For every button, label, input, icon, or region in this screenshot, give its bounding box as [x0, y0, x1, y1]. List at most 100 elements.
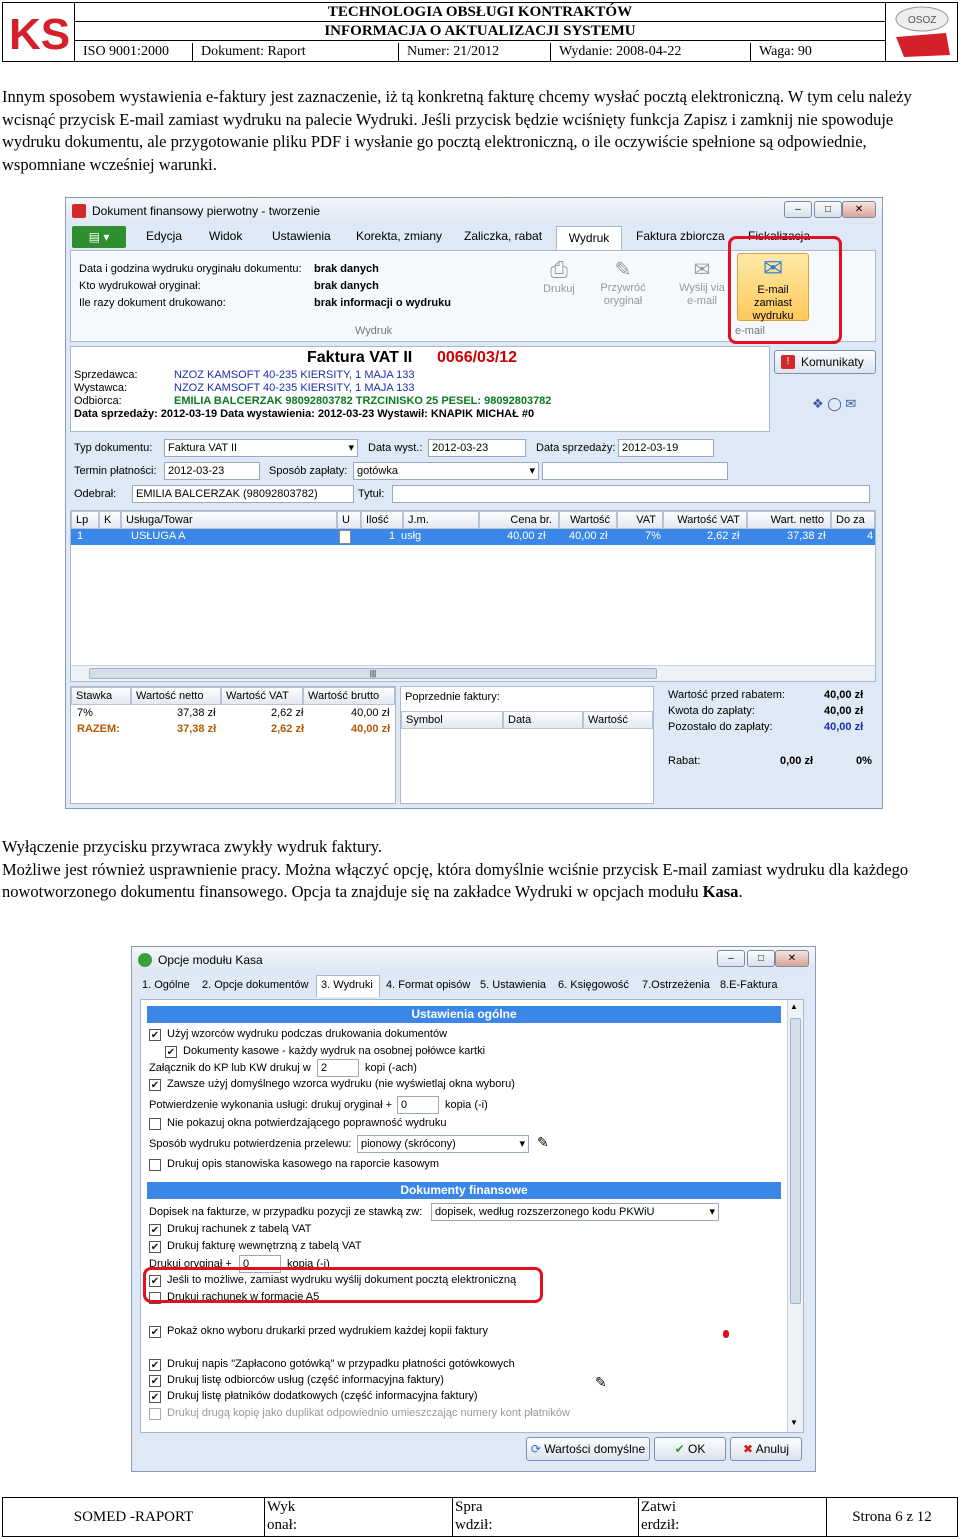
tab-wydruki[interactable]: 3. Wydruki: [316, 975, 380, 997]
tab-ogolne[interactable]: 1. Ogólne: [142, 979, 190, 991]
tab-ksiegowosc[interactable]: 6. Księgowość: [558, 979, 629, 991]
checkbox-wzorce[interactable]: [149, 1029, 161, 1041]
minimize-icon[interactable]: –: [717, 950, 745, 967]
invoice-title: Dokument finansowy pierwotny - tworzenie: [92, 204, 321, 218]
section-ustawienia-ogolne: Ustawienia ogólne: [147, 1006, 781, 1023]
przywroc-button[interactable]: ✎ Przywróć oryginał: [597, 257, 649, 315]
tab-format-opisow[interactable]: 4. Format opisów: [386, 979, 470, 991]
checkbox-nie-pokazuj[interactable]: [149, 1118, 161, 1130]
data-sprz-field[interactable]: 2012-03-19: [618, 439, 714, 457]
wartosci-domyslne-button[interactable]: ⟳ Wartości domyślne: [526, 1437, 650, 1461]
termin-field[interactable]: 2012-03-23: [164, 462, 260, 480]
menu-zaliczka[interactable]: Zaliczka, rabat: [464, 229, 542, 243]
menu-ustawienia[interactable]: Ustawienia: [272, 229, 331, 243]
checkbox-okno-drukarki[interactable]: [149, 1326, 161, 1338]
menu-edycja[interactable]: Edycja: [146, 229, 182, 243]
col-vat[interactable]: VAT: [617, 511, 663, 529]
checkbox-polowka[interactable]: [165, 1046, 177, 1058]
tab-ustawienia[interactable]: 5. Ustawienia: [480, 979, 546, 991]
invoice-window: Dokument finansowy pierwotny - tworzenie…: [65, 197, 883, 809]
col-wartosc-vat[interactable]: Wartość VAT: [663, 511, 747, 529]
maximize-icon[interactable]: □: [814, 201, 842, 218]
wyslij-email-button[interactable]: ✉ Wyślij via e-mail: [677, 257, 727, 315]
close-icon[interactable]: ✕: [775, 950, 809, 967]
wydruki-options-panel: Ustawienia ogólne Użyj wzorców wydruku p…: [140, 999, 804, 1433]
drukuj-button[interactable]: ⎙ Drukuj: [537, 257, 581, 315]
scroll-up-icon[interactable]: ▲: [790, 1002, 798, 1011]
edit-icon[interactable]: ✎: [537, 1134, 549, 1151]
dopisek-select[interactable]: dopisek, według rozszerzonego kodu PKWiU…: [431, 1203, 719, 1221]
typ-select[interactable]: Faktura VAT II ▾: [164, 439, 358, 457]
tab-ostrzezenia[interactable]: 7.Ostrzeżenia: [642, 979, 710, 991]
checkbox-odbiorcy[interactable]: [149, 1375, 161, 1387]
menu-widok[interactable]: Widok: [209, 229, 242, 243]
przelew-select[interactable]: pionowy (skrócony) ▾: [357, 1135, 529, 1153]
vat-row-netto: 37,38 zł: [177, 707, 216, 719]
col-ilosc[interactable]: Ilość: [361, 511, 403, 529]
calc-icon[interactable]: [339, 530, 351, 544]
opt-okno-drukarki: Pokaż okno wyboru drukarki przed wydruki…: [167, 1325, 488, 1337]
sprzedawca-label: Sprzedawca:: [74, 369, 138, 381]
col-wart-netto[interactable]: Wart. netto: [747, 511, 831, 529]
col-wartosc[interactable]: Wartość: [559, 511, 617, 529]
col-cena[interactable]: Cena br.: [479, 511, 559, 529]
col-k[interactable]: K: [99, 511, 121, 529]
info-label-2: Ile razy dokument drukowano:: [79, 297, 226, 309]
col-lp[interactable]: Lp: [71, 511, 99, 529]
checkbox-rachunek-vat[interactable]: [149, 1224, 161, 1236]
opt-rachunek-vat: Drukuj rachunek z tabelą VAT: [167, 1223, 312, 1235]
sposob-select[interactable]: gotówka ▾: [353, 462, 539, 480]
scrollbar-thumb[interactable]: [790, 1018, 801, 1304]
edit-icon[interactable]: ✎: [595, 1374, 607, 1391]
col-usluga[interactable]: Usługa/Towar: [121, 511, 337, 529]
sum-value-0: 40,00 zł: [824, 689, 864, 701]
info-value-0: brak danych: [314, 263, 379, 275]
checkbox-opis-stanowiska[interactable]: [149, 1159, 161, 1171]
close-icon[interactable]: ✕: [842, 201, 876, 218]
menu-korekta[interactable]: Korekta, zmiany: [356, 229, 442, 243]
tab-opcje-dokumentow[interactable]: 2. Opcje dokumentów: [202, 979, 308, 991]
zalacznik-stepper[interactable]: 2: [317, 1059, 359, 1077]
menu-faktura-zbiorcza[interactable]: Faktura zbiorcza: [636, 229, 725, 243]
menu-wydruk[interactable]: Wydruk: [556, 226, 622, 250]
maximize-icon[interactable]: □: [747, 950, 775, 967]
typ-value: Faktura VAT II: [168, 442, 238, 454]
horizontal-scrollbar[interactable]: |||: [71, 665, 875, 681]
app-menu-button[interactable]: ▤ ▾: [72, 226, 126, 248]
restore-icon: ✎: [614, 259, 632, 281]
potwierdzenie-stepper[interactable]: 0: [397, 1096, 439, 1114]
tytul-field[interactable]: [392, 485, 870, 503]
minimize-icon[interactable]: –: [784, 201, 812, 218]
sposob-extra-field[interactable]: [542, 462, 728, 480]
scroll-down-icon[interactable]: ▼: [790, 1418, 798, 1427]
komunikaty-button[interactable]: ! Komunikaty: [774, 350, 876, 374]
checkbox-faktura-wewn[interactable]: [149, 1241, 161, 1253]
header-waga: Waga: 90: [759, 44, 812, 59]
col-do-zaplaty[interactable]: Do za: [831, 511, 875, 529]
checkbox-zaplacono[interactable]: [149, 1359, 161, 1371]
prev-col-symbol: Symbol: [401, 711, 503, 729]
email-option-highlight: [143, 1267, 543, 1303]
footer-somed: SOMED -RAPORT: [3, 1498, 265, 1536]
checkbox-platnicy[interactable]: [149, 1391, 161, 1403]
anuluj-button[interactable]: ✖ Anuluj: [730, 1437, 802, 1461]
checkbox-duplikat[interactable]: [149, 1408, 161, 1420]
chevron-down-icon: ▾: [709, 1206, 715, 1218]
checkbox-domyslny-wzorzec[interactable]: [149, 1079, 161, 1091]
table-row[interactable]: 1 USŁUGA A 1 usłg 40,00 zł 40,00 zł 7% 2…: [71, 529, 875, 545]
col-jm[interactable]: J.m.: [403, 511, 479, 529]
footer-zatw: Zatwi: [641, 1499, 676, 1515]
opt-opis-stanowiska: Drukuj opis stanowiska kasowego na rapor…: [167, 1158, 440, 1170]
wyslij-label: Wyślij via e-mail: [679, 282, 725, 307]
odebral-field[interactable]: EMILIA BALCERZAK (98092803782): [132, 485, 354, 503]
ok-button[interactable]: ✔ OK: [654, 1437, 726, 1461]
col-u[interactable]: U: [337, 511, 361, 529]
zalacznik-value: 2: [321, 1062, 328, 1074]
rabat-value: 0,00 zł: [780, 755, 814, 767]
vat-row-vat: 2,62 zł: [271, 707, 304, 719]
scrollbar-thumb[interactable]: |||: [89, 668, 657, 679]
data-wyst-field[interactable]: 2012-03-23: [428, 439, 526, 457]
vertical-scrollbar[interactable]: ▲ ▼: [787, 1000, 803, 1432]
paragraph-2: Wyłączenie przycisku przywraca zwykły wy…: [2, 836, 952, 904]
tab-e-faktura[interactable]: 8.E-Faktura: [720, 979, 777, 991]
